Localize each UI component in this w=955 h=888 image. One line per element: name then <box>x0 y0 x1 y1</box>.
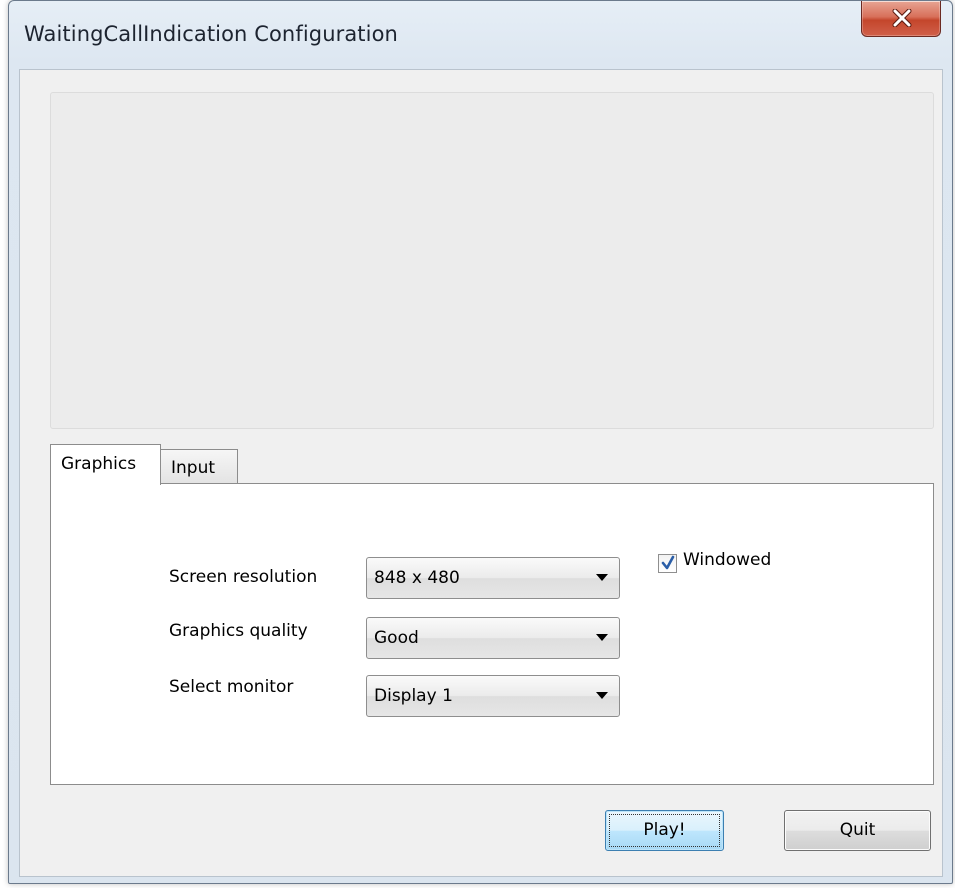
chevron-down-icon <box>596 574 608 581</box>
config-window: WaitingCallIndication Configuration Grap… <box>8 0 953 884</box>
screen-resolution-select[interactable]: 848 x 480 <box>366 557 620 599</box>
quit-button-label: Quit <box>839 820 876 840</box>
close-icon <box>892 9 912 27</box>
play-button[interactable]: Play! <box>605 810 724 851</box>
focus-rectangle <box>609 814 720 847</box>
screen-resolution-value: 848 x 480 <box>374 568 460 588</box>
quit-button[interactable]: Quit <box>784 810 931 851</box>
graphics-quality-select[interactable]: Good <box>366 617 620 659</box>
tab-input-label: Input <box>171 458 216 478</box>
graphics-quality-value: Good <box>374 628 419 648</box>
chevron-down-icon <box>596 692 608 699</box>
select-monitor-select[interactable]: Display 1 <box>366 675 620 717</box>
close-button[interactable] <box>861 1 941 37</box>
chevron-down-icon <box>596 634 608 641</box>
tab-graphics[interactable]: Graphics <box>50 444 161 485</box>
windowed-checkbox[interactable] <box>658 554 677 573</box>
dialog-content: Graphics Input Screen resolution 848 x 4… <box>19 69 943 877</box>
select-monitor-value: Display 1 <box>374 686 453 706</box>
graphics-quality-label: Graphics quality <box>169 621 308 641</box>
tab-graphics-label: Graphics <box>61 454 137 474</box>
screen-resolution-label: Screen resolution <box>169 567 318 587</box>
banner-image <box>50 92 934 429</box>
graphics-tab-panel: Screen resolution 848 x 480 Windowed Gra… <box>50 483 934 785</box>
tab-input[interactable]: Input <box>161 449 238 484</box>
select-monitor-label: Select monitor <box>169 677 294 697</box>
windowed-label: Windowed <box>683 550 772 570</box>
window-title: WaitingCallIndication Configuration <box>24 22 398 46</box>
checkmark-icon <box>661 555 675 570</box>
